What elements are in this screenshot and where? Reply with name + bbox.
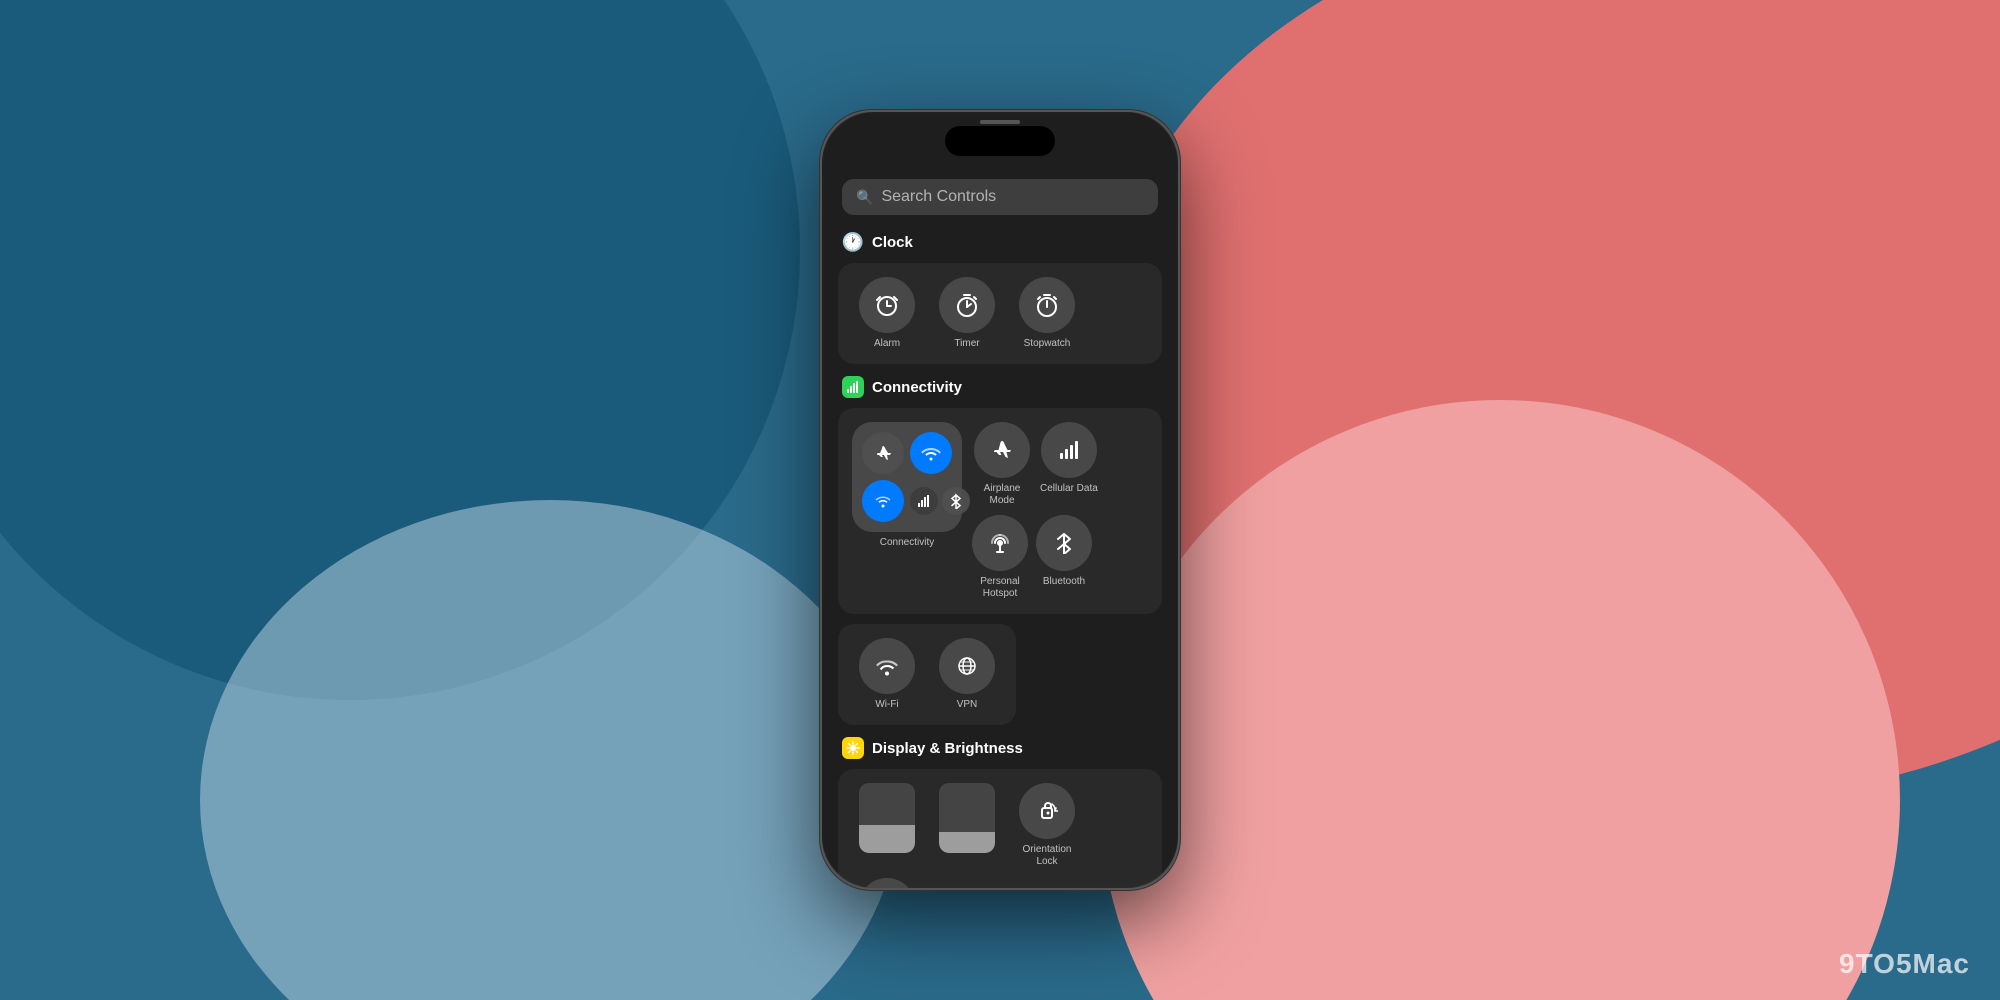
connectivity-right: Airplane Mode — [972, 422, 1148, 600]
connectivity-left: Connectivity — [852, 422, 962, 548]
watermark: 9TO5Mac — [1839, 948, 1970, 980]
vpn-icon — [939, 638, 995, 694]
dynamic-island — [945, 126, 1055, 156]
display-items-grid: Orientation Lock Screen Recording — [838, 769, 1162, 888]
orientation-lock-item[interactable]: Orientation Lock — [1012, 783, 1082, 868]
brightness-slider-1[interactable] — [852, 783, 922, 868]
clock-section: 🕐 Clock — [838, 231, 1162, 364]
clock-items-grid: Alarm Timer — [838, 263, 1162, 364]
conn-row-2: PersonalHotspot — [972, 515, 1148, 600]
connectivity-mini-grid — [852, 422, 962, 532]
alarm-item[interactable]: Alarm — [852, 277, 922, 350]
screen-recording-item[interactable]: Screen Recording — [852, 878, 922, 888]
brightness-bar-2 — [939, 783, 995, 853]
connectivity-section: Connectivity — [838, 376, 1162, 725]
display-section-header: Display & Brightness — [838, 737, 1162, 759]
power-button — [1178, 292, 1180, 372]
timer-icon — [939, 277, 995, 333]
stopwatch-label: Stopwatch — [1024, 338, 1071, 350]
orientation-lock-label: Orientation Lock — [1012, 844, 1082, 868]
personal-hotspot-icon — [972, 515, 1028, 571]
cellular-data-item[interactable]: Cellular Data — [1040, 422, 1098, 507]
connectivity-big-icon[interactable] — [852, 422, 962, 532]
airplane-mini-icon — [862, 432, 904, 474]
wifi-main-mini-icon — [910, 432, 952, 474]
screen-recording-icon — [859, 878, 915, 888]
alarm-label: Alarm — [874, 338, 900, 350]
connectivity-section-icon — [842, 376, 864, 398]
personal-hotspot-item[interactable]: PersonalHotspot — [972, 515, 1028, 600]
wifi-icon — [859, 638, 915, 694]
cellular-mini-icon — [910, 487, 938, 515]
phone-wrapper: 🔍 Search Controls 🕐 Clock — [820, 110, 1180, 890]
clock-section-header: 🕐 Clock — [838, 231, 1162, 253]
cellular-data-label: Cellular Data — [1040, 483, 1098, 495]
airplane-mode-item[interactable]: Airplane Mode — [972, 422, 1032, 507]
search-bar[interactable]: 🔍 Search Controls — [842, 179, 1158, 215]
brightness-bar-1 — [859, 783, 915, 853]
brightness-slider-2[interactable] — [932, 783, 1002, 868]
conn-row-1: Airplane Mode — [972, 422, 1148, 507]
alarm-icon — [859, 277, 915, 333]
orientation-lock-icon — [1019, 783, 1075, 839]
connectivity-big-label: Connectivity — [880, 537, 934, 548]
cellular-data-icon — [1041, 422, 1097, 478]
connectivity-section-header: Connectivity — [838, 376, 1162, 398]
bluetooth-mini-icon — [942, 487, 970, 515]
connectivity-block: Connectivity Air — [838, 408, 1162, 614]
airplane-mode-icon — [974, 422, 1030, 478]
phone-device: 🔍 Search Controls 🕐 Clock — [820, 110, 1180, 890]
display-section: Display & Brightness — [838, 737, 1162, 888]
personal-hotspot-label: PersonalHotspot — [980, 576, 1019, 600]
bluetooth-icon — [1036, 515, 1092, 571]
clock-section-icon: 🕐 — [842, 231, 864, 253]
stopwatch-item[interactable]: Stopwatch — [1012, 277, 1082, 350]
timer-label: Timer — [954, 338, 979, 350]
search-icon: 🔍 — [856, 189, 873, 206]
connectivity-section-title: Connectivity — [872, 379, 962, 396]
wifi-bottom-mini-icon — [862, 480, 904, 522]
display-section-icon — [842, 737, 864, 759]
timer-item[interactable]: Timer — [932, 277, 1002, 350]
display-section-title: Display & Brightness — [872, 740, 1023, 757]
bluetooth-label: Bluetooth — [1043, 576, 1085, 588]
brightness-fill-1 — [859, 825, 915, 853]
wifi-vpn-row: Wi-Fi — [838, 624, 1162, 725]
screen-content: 🔍 Search Controls 🕐 Clock — [822, 112, 1178, 888]
wifi-label: Wi-Fi — [875, 699, 898, 711]
brightness-fill-2 — [939, 832, 995, 853]
drag-handle — [980, 120, 1020, 124]
clock-section-title: Clock — [872, 234, 913, 251]
vpn-label: VPN — [957, 699, 978, 711]
wifi-vpn-grid: Wi-Fi — [838, 624, 1016, 725]
stopwatch-icon — [1019, 277, 1075, 333]
wifi-item[interactable]: Wi-Fi — [852, 638, 922, 711]
search-placeholder: Search Controls — [881, 188, 996, 206]
vpn-item[interactable]: VPN — [932, 638, 1002, 711]
airplane-mode-label: Airplane Mode — [972, 483, 1032, 507]
bluetooth-item[interactable]: Bluetooth — [1036, 515, 1092, 600]
